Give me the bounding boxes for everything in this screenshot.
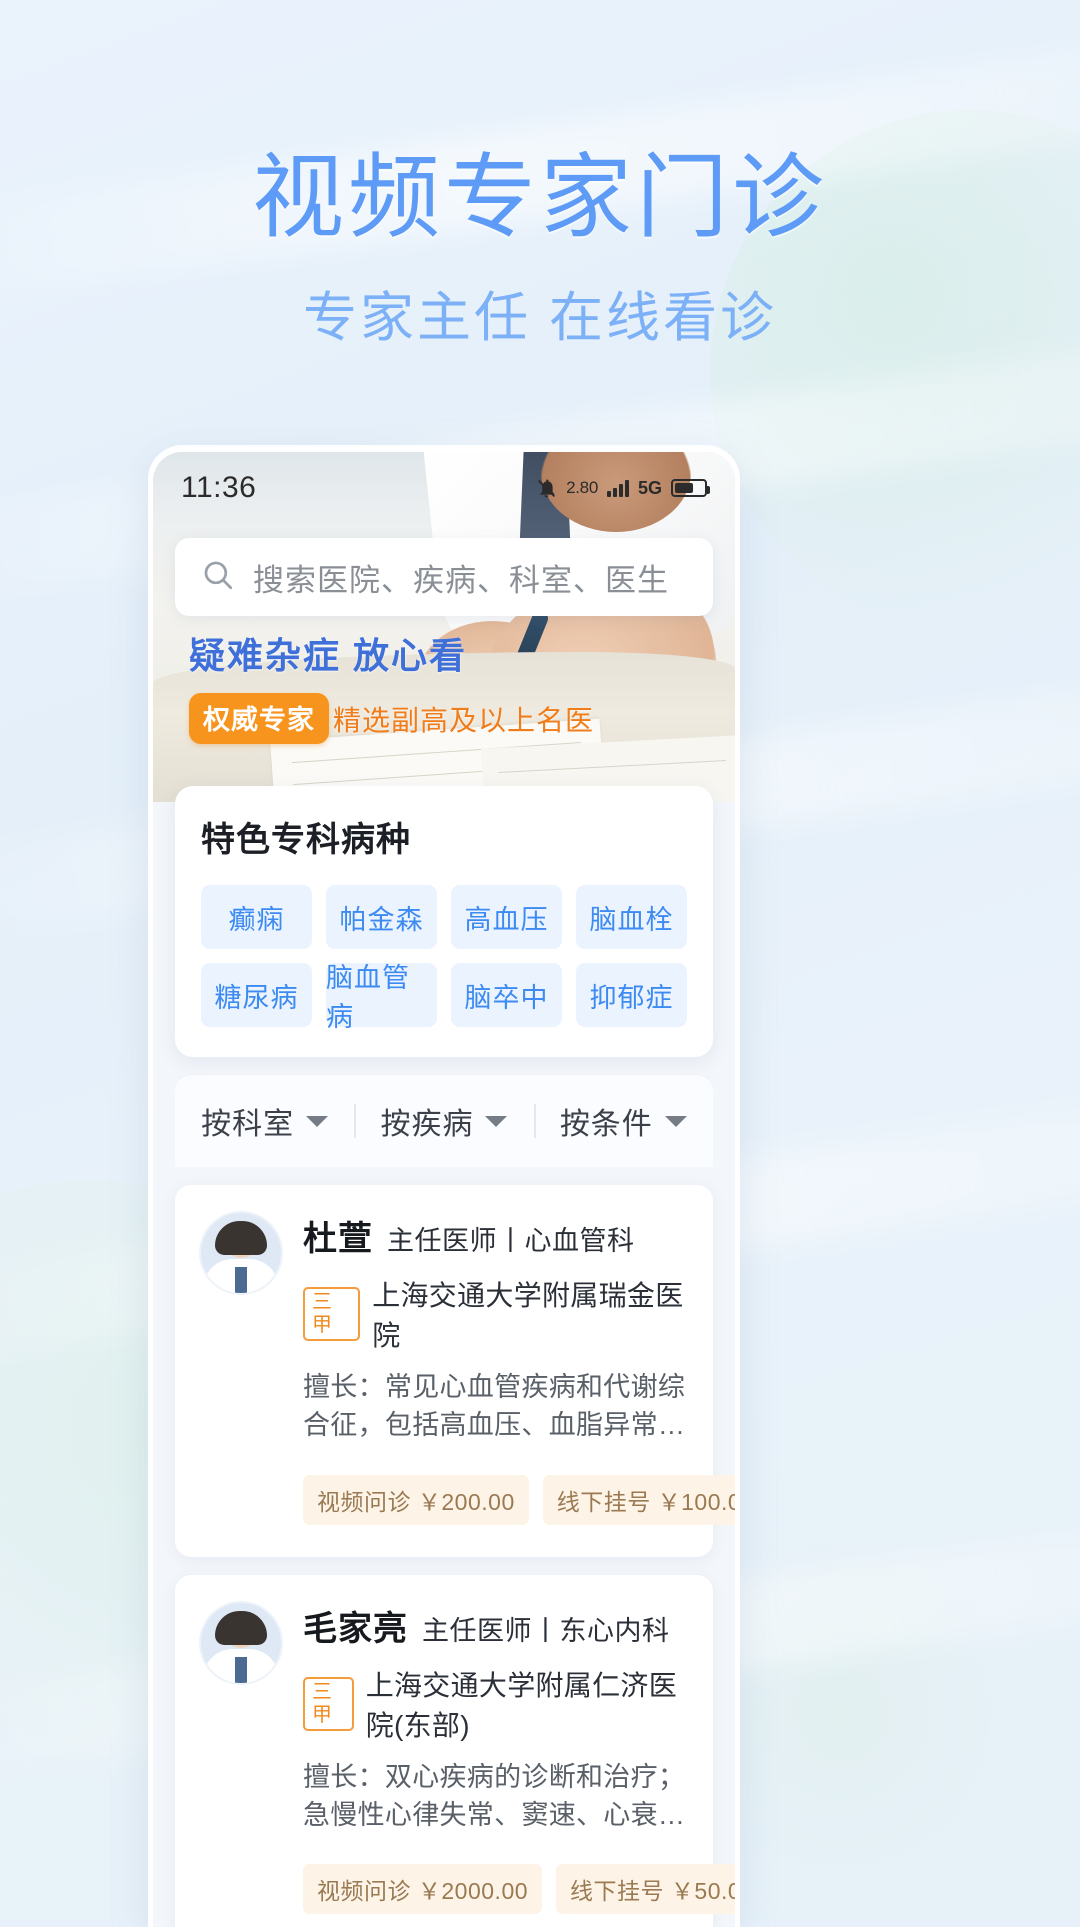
page-title: 视频专家门诊 [251, 147, 828, 249]
specialty-tag[interactable]: 脑血栓 [576, 885, 687, 949]
banner-subtext: 精选副高及以上名医 [333, 704, 595, 736]
banner-text: 疑难杂症 放心看 权威专家 精选副高及以上名医 [189, 627, 594, 744]
price-offline: 线下挂号 ￥100.00 [542, 1474, 740, 1525]
specialty-card: 特色专科病种 癫痫 帕金森 高血压 脑血栓 糖尿病 脑血管病 脑卒中 抑郁症 [175, 786, 713, 1057]
avatar [199, 1211, 283, 1295]
doctor-name: 毛家亮 [303, 1609, 408, 1648]
specialty-tag[interactable]: 抑郁症 [576, 963, 687, 1027]
chevron-down-icon [664, 1115, 687, 1127]
avatar [199, 1600, 283, 1685]
filter-by-department[interactable]: 按科室 [175, 1099, 354, 1143]
specialty-tag-grid: 癫痫 帕金森 高血压 脑血栓 糖尿病 脑血管病 脑卒中 抑郁症 [201, 885, 687, 1032]
filter-by-condition[interactable]: 按条件 [534, 1099, 713, 1143]
page-subtitle: 专家主任 在线看诊 [302, 287, 777, 348]
status-badge: 三甲 [303, 1676, 354, 1731]
signal-bars-icon [606, 479, 629, 497]
status-bar: 11:36 2.80 5G [153, 452, 735, 524]
doctor-description: 擅长：双心疾病的诊断和治疗；急慢性心律失常、窦速、心衰的心脏起搏器治疗，心脏神… [303, 1761, 686, 1830]
doctor-description: 擅长：常见心血管疾病和代谢综合征，包括高血压、血脂异常、糖尿病，冠心病、心律失… [303, 1372, 686, 1441]
doctor-list: 杜萱 主任医师丨心血管科 三甲 上海交通大学附属瑞金医院 擅长：常见心血管疾病和… [153, 1185, 735, 1927]
filter-bar: 按科室 按疾病 按条件 [175, 1075, 713, 1167]
specialty-tag[interactable]: 糖尿病 [201, 963, 312, 1027]
price-video: 视频问诊 ￥200.00 [303, 1474, 529, 1525]
specialty-tag[interactable]: 癫痫 [201, 885, 312, 949]
chevron-down-icon [485, 1115, 508, 1127]
price-video: 视频问诊 ￥2000.00 [303, 1864, 543, 1915]
bell-mute-icon [536, 478, 557, 499]
doctor-card[interactable]: 毛家亮 主任医师丨东心内科 三甲 上海交通大学附属仁济医院(东部) 擅长：双心疾… [175, 1574, 735, 1927]
hero-section: 视频专家门诊 专家主任 在线看诊 [0, 0, 1080, 352]
phone-mockup: 疑难杂症 放心看 权威专家 精选副高及以上名医 11:36 2.80 5G 搜索… [148, 447, 740, 1927]
banner-headline: 疑难杂症 放心看 [189, 635, 468, 676]
status-time: 11:36 [181, 471, 257, 504]
banner-badge: 权威专家 [189, 693, 329, 744]
doctor-title: 主任医师丨心血管科 [387, 1226, 635, 1256]
chevron-down-icon [306, 1115, 329, 1127]
filter-label: 按疾病 [380, 1108, 474, 1141]
price-offline: 线下挂号 ￥50.00 [556, 1864, 740, 1915]
price-video-label: 视频问诊 [317, 1488, 411, 1515]
price-offline-value: ￥50.00 [670, 1878, 740, 1905]
doctor-name: 杜萱 [303, 1220, 373, 1258]
price-offline-value: ￥100.00 [657, 1488, 740, 1515]
filter-label: 按条件 [559, 1108, 653, 1141]
price-offline-label: 线下挂号 [570, 1878, 665, 1905]
doctor-card[interactable]: 杜萱 主任医师丨心血管科 三甲 上海交通大学附属瑞金医院 擅长：常见心血管疾病和… [175, 1185, 735, 1557]
specialty-tag[interactable]: 帕金森 [326, 885, 437, 949]
price-video-label: 视频问诊 [317, 1878, 411, 1905]
search-input[interactable]: 搜索医院、疾病、科室、医生 [175, 538, 713, 616]
price-video-value: ￥200.00 [417, 1488, 515, 1515]
battery-icon [671, 479, 710, 497]
network-speed: 2.80 [566, 478, 598, 497]
search-placeholder: 搜索医院、疾病、科室、医生 [253, 562, 669, 598]
price-video-value: ￥2000.00 [417, 1878, 529, 1905]
specialty-tag[interactable]: 脑血管病 [326, 963, 437, 1032]
doctor-hospital: 上海交通大学附属仁济医院(东部) [365, 1669, 677, 1741]
specialty-tag[interactable]: 高血压 [451, 885, 562, 949]
doctor-hospital: 上海交通大学附属瑞金医院 [372, 1280, 684, 1351]
price-offline-label: 线下挂号 [556, 1488, 651, 1515]
network-type: 5G [637, 477, 662, 498]
filter-by-disease[interactable]: 按疾病 [354, 1099, 533, 1143]
doctor-title: 主任医师丨东心内科 [422, 1615, 670, 1646]
status-badge: 三甲 [303, 1287, 361, 1341]
specialty-card-title: 特色专科病种 [201, 821, 411, 859]
specialty-tag[interactable]: 脑卒中 [451, 963, 562, 1027]
search-icon [201, 558, 235, 597]
filter-label: 按科室 [201, 1108, 295, 1141]
